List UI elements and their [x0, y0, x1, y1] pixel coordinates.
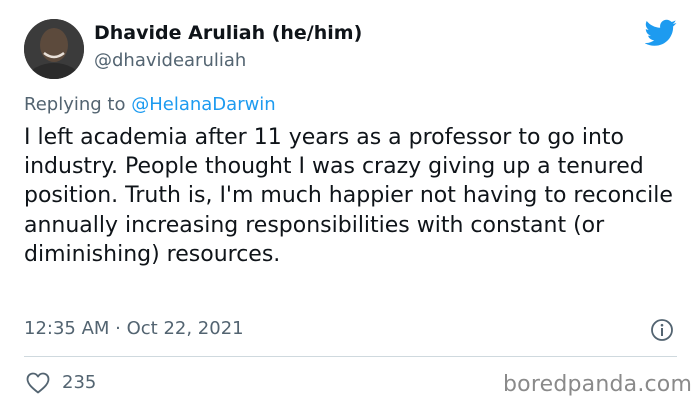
- avatar[interactable]: [24, 19, 84, 79]
- reply-mention-link[interactable]: @HelanaDarwin: [131, 94, 276, 115]
- like-count[interactable]: 235: [62, 372, 96, 393]
- tweet-timestamp[interactable]: 12:35 AM · Oct 22, 2021: [24, 318, 244, 339]
- twitter-bird-icon[interactable]: [645, 19, 677, 47]
- replying-prefix: Replying to: [24, 94, 126, 115]
- heart-icon[interactable]: [26, 372, 50, 394]
- divider: [24, 356, 677, 357]
- author-name[interactable]: Dhavide Aruliah (he/him): [94, 22, 362, 44]
- replying-to: Replying to @HelanaDarwin: [24, 94, 276, 115]
- author-handle[interactable]: @dhavidearuliah: [94, 50, 246, 71]
- tweet-text: I left academia after 11 years as a prof…: [24, 125, 673, 267]
- watermark: boredpanda.com: [503, 372, 693, 397]
- info-icon[interactable]: [650, 318, 674, 342]
